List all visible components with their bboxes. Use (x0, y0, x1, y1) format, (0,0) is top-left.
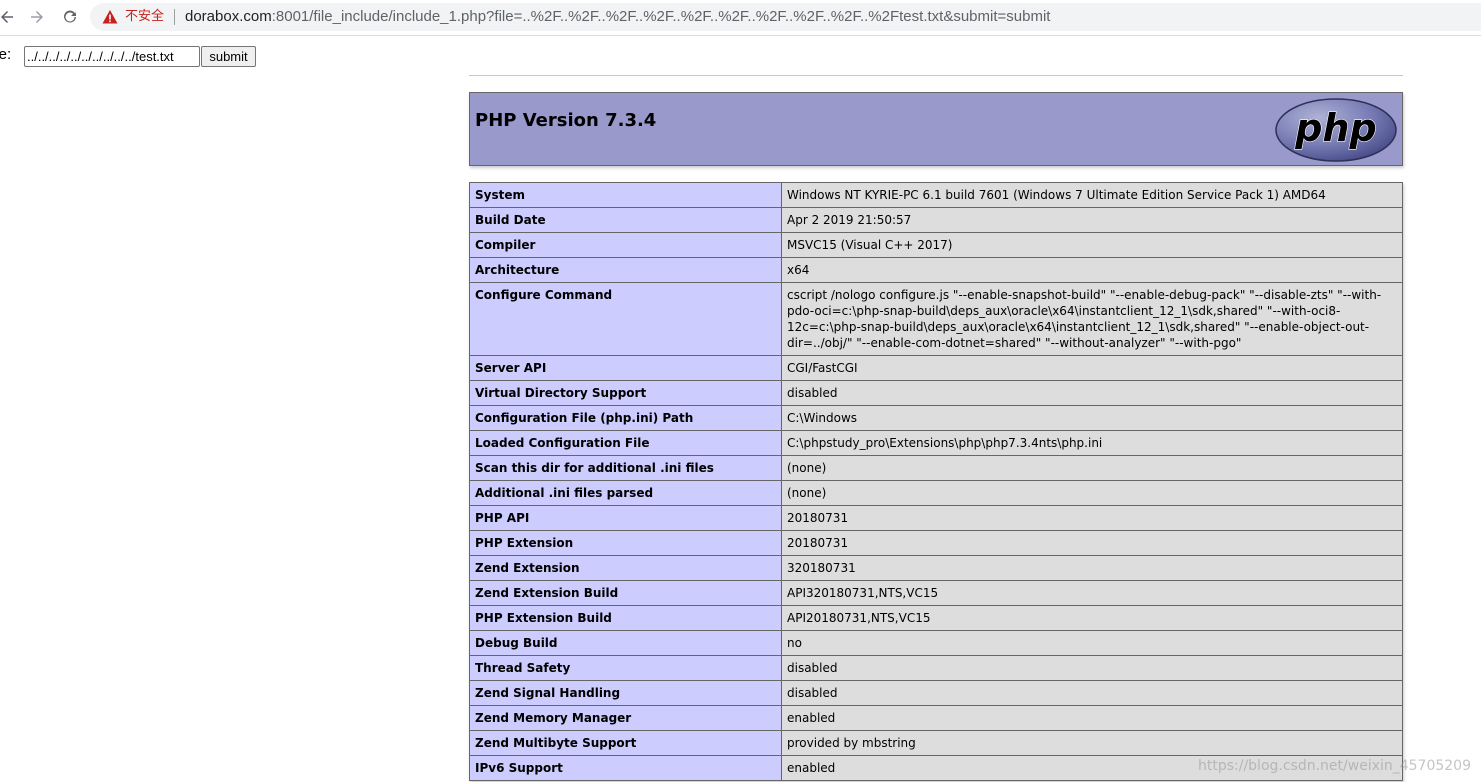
row-value: API320180731,NTS,VC15 (781, 580, 1403, 606)
row-key: Zend Extension Build (469, 580, 782, 606)
row-key: Zend Multibyte Support (469, 730, 782, 756)
row-key: Loaded Configuration File (469, 430, 782, 456)
row-key: Zend Memory Manager (469, 705, 782, 731)
row-value: API20180731,NTS,VC15 (781, 605, 1403, 631)
row-value: disabled (781, 680, 1403, 706)
row-value: 20180731 (781, 505, 1403, 531)
row-value: cscript /nologo configure.js "--enable-s… (781, 282, 1403, 356)
toolbar-divider (0, 35, 1481, 36)
row-key: Server API (469, 355, 782, 381)
table-row: Configuration File (php.ini) Path C:\Wind… (469, 405, 1403, 431)
row-key: Configuration File (php.ini) Path (469, 405, 782, 431)
row-key: PHP API (469, 505, 782, 531)
reload-icon[interactable] (59, 6, 81, 28)
row-key: Zend Extension (469, 555, 782, 581)
row-value: provided by mbstring (781, 730, 1403, 756)
table-row: Zend Multibyte Support provided by mbstri… (469, 730, 1403, 756)
table-row: Zend Memory Manager enabled (469, 705, 1403, 731)
row-value: x64 (781, 257, 1403, 283)
table-row: Loaded Configuration File C:\phpstudy_pro… (469, 430, 1403, 456)
table-row: Architecture x64 (469, 257, 1403, 283)
php-version-header: PHP Version 7.3.4 php (469, 92, 1403, 166)
row-key: Virtual Directory Support (469, 380, 782, 406)
row-value: C:\phpstudy_pro\Extensions\php\php7.3.4n… (781, 430, 1403, 456)
table-row: Additional .ini files parsed (none) (469, 480, 1403, 506)
url-text[interactable]: dorabox.com:8001/file_include/include_1.… (185, 8, 1050, 26)
row-key: Configure Command (469, 282, 782, 356)
table-row: Server API CGI/FastCGI (469, 355, 1403, 381)
row-key: Thread Safety (469, 655, 782, 681)
table-row: Zend Extension 320180731 (469, 555, 1403, 581)
row-value: no (781, 630, 1403, 656)
svg-text:php: php (1294, 106, 1376, 150)
forward-arrow-icon[interactable] (26, 6, 48, 28)
file-label: ile: (0, 46, 12, 63)
row-key: Build Date (469, 207, 782, 233)
table-row: Configure Command cscript /nologo configu… (469, 282, 1403, 356)
php-logo-icon[interactable]: php (1274, 97, 1398, 163)
file-input[interactable] (24, 46, 200, 67)
row-key: Zend Signal Handling (469, 680, 782, 706)
table-row: PHP API 20180731 (469, 505, 1403, 531)
row-value: 320180731 (781, 555, 1403, 581)
horizontal-rule (469, 75, 1403, 76)
table-row: Scan this dir for additional .ini files(… (469, 455, 1403, 481)
url-host: dorabox.com (185, 8, 272, 25)
row-key: PHP Extension (469, 530, 782, 556)
row-key: Scan this dir for additional .ini files (469, 455, 782, 481)
table-row: Virtual Directory Support disabled (469, 380, 1403, 406)
row-value: CGI/FastCGI (781, 355, 1403, 381)
url-path: :8001/file_include/include_1.php?file=..… (271, 8, 1051, 25)
php-version-title: PHP Version 7.3.4 (475, 110, 657, 131)
row-value: enabled (781, 705, 1403, 731)
row-key: PHP Extension Build (469, 605, 782, 631)
watermark: https://blog.csdn.net/weixin_45705209 (1197, 758, 1471, 774)
row-value: disabled (781, 655, 1403, 681)
row-key: Additional .ini files parsed (469, 480, 782, 506)
table-row: PHP Extension Build API20180731,NTS,VC15 (469, 605, 1403, 631)
row-value: C:\Windows (781, 405, 1403, 431)
table-row: Build Date Apr 2 2019 21:50:57 (469, 207, 1403, 233)
table-row: Debug Build no (469, 630, 1403, 656)
row-value: MSVC15 (Visual C++ 2017) (781, 232, 1403, 258)
warning-triangle-icon[interactable] (102, 9, 118, 25)
row-value: (none) (781, 455, 1403, 481)
back-arrow-icon[interactable] (0, 6, 18, 28)
row-key: Architecture (469, 257, 782, 283)
table-row: System Windows NT KYRIE-PC 6.1 build 7601… (469, 182, 1403, 208)
table-row: Zend Signal Handling disabled (469, 680, 1403, 706)
table-row: Compiler MSVC15 (Visual C++ 2017) (469, 232, 1403, 258)
row-key: Compiler (469, 232, 782, 258)
omnibox-divider (174, 9, 175, 25)
row-key: Debug Build (469, 630, 782, 656)
row-value: 20180731 (781, 530, 1403, 556)
row-key: System (469, 182, 782, 208)
submit-button[interactable]: submit (201, 46, 256, 67)
table-row: Thread Safety disabled (469, 655, 1403, 681)
security-label[interactable]: 不安全 (125, 9, 164, 25)
row-value: (none) (781, 480, 1403, 506)
table-row: Zend Extension Build API320180731,NTS,VC1… (469, 580, 1403, 606)
row-key: IPv6 Support (469, 755, 782, 781)
row-value: disabled (781, 380, 1403, 406)
address-bar[interactable]: 不安全 dorabox.com:8001/file_include/includ… (90, 3, 1481, 31)
row-value: Windows NT KYRIE-PC 6.1 build 7601 (Wind… (781, 182, 1403, 208)
row-value: Apr 2 2019 21:50:57 (781, 207, 1403, 233)
browser-toolbar: 不安全 dorabox.com:8001/file_include/includ… (0, 0, 1481, 35)
table-row: PHP Extension 20180731 (469, 530, 1403, 556)
phpinfo-table: System Windows NT KYRIE-PC 6.1 build 7601… (469, 182, 1403, 781)
